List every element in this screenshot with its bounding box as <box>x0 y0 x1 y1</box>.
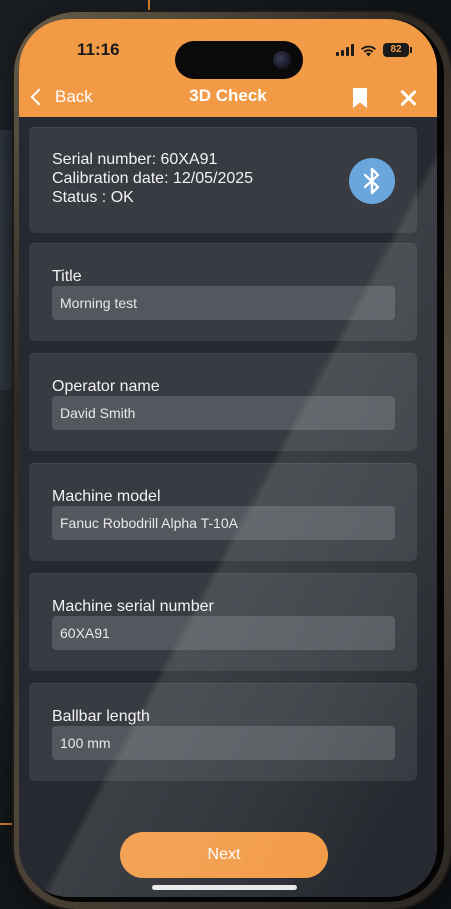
serial-number-text: Serial number: 60XA91 <box>52 151 218 168</box>
machine-model-input[interactable]: Fanuc Robodrill Alpha T-10A <box>52 506 395 540</box>
machine-model-field-card: Machine model Fanuc Robodrill Alpha T-10… <box>29 463 417 561</box>
bookmark-button[interactable] <box>353 88 367 108</box>
operator-name-label: Operator name <box>52 378 160 395</box>
battery-icon: 82 <box>383 43 412 57</box>
machine-serial-field-card: Machine serial number 60XA91 <box>29 573 417 671</box>
background-scene: 11:16 82 Back 3D Check Serial number: 60… <box>0 0 451 909</box>
front-camera <box>273 51 291 69</box>
title-field-card: Title Morning test <box>29 243 417 341</box>
cellular-signal-icon <box>336 44 354 56</box>
ballbar-length-label: Ballbar length <box>52 708 150 725</box>
device-info-card: Serial number: 60XA91 Calibration date: … <box>29 127 417 233</box>
title-label: Title <box>52 268 82 285</box>
next-button[interactable]: Next <box>120 832 328 878</box>
wifi-icon <box>360 44 377 57</box>
header: 11:16 82 Back 3D Check <box>19 19 437 117</box>
status-text: Status : OK <box>52 189 134 206</box>
title-input[interactable]: Morning test <box>52 286 395 320</box>
ballbar-length-field-card: Ballbar length 100 mm <box>29 683 417 781</box>
phone-screen: 11:16 82 Back 3D Check Serial number: 60… <box>19 19 437 897</box>
back-button[interactable]: Back <box>29 87 93 107</box>
bluetooth-icon <box>363 167 380 195</box>
chevron-left-icon <box>30 88 48 106</box>
dynamic-island <box>175 41 303 79</box>
navigation-bar: Back 3D Check <box>19 81 437 117</box>
operator-name-input[interactable]: David Smith <box>52 396 395 430</box>
home-indicator[interactable] <box>152 885 297 890</box>
status-icons: 82 <box>336 41 412 59</box>
bluetooth-button[interactable] <box>349 158 395 204</box>
bookmark-icon <box>353 88 367 108</box>
device-info: Serial number: 60XA91 Calibration date: … <box>52 150 253 207</box>
status-time: 11:16 <box>77 40 120 59</box>
main-content: Serial number: 60XA91 Calibration date: … <box>19 117 437 897</box>
operator-name-field-card: Operator name David Smith <box>29 353 417 451</box>
calibration-date-text: Calibration date: 12/05/2025 <box>52 170 254 187</box>
machine-serial-input[interactable]: 60XA91 <box>52 616 395 650</box>
machine-model-label: Machine model <box>52 488 161 505</box>
machine-serial-label: Machine serial number <box>52 598 214 615</box>
close-button[interactable] <box>399 89 417 107</box>
ballbar-length-input[interactable]: 100 mm <box>52 726 395 760</box>
status-bar: 11:16 82 <box>19 19 437 79</box>
back-label: Back <box>55 87 93 106</box>
